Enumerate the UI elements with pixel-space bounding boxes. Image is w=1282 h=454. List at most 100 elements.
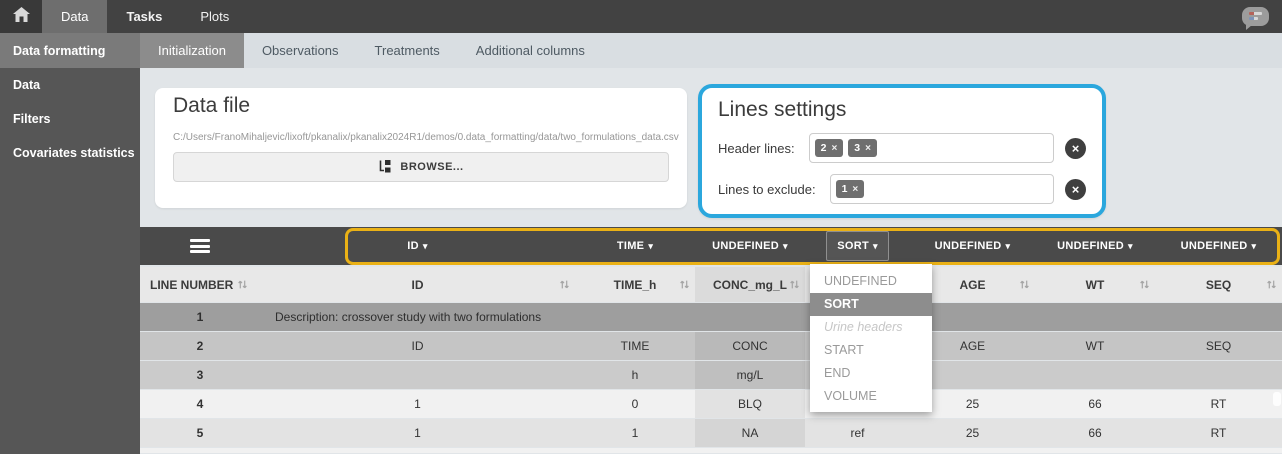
table-cell: [1035, 361, 1155, 389]
header-line-tag: 2×: [815, 139, 844, 157]
header-lines-input[interactable]: 2× 3×: [809, 133, 1054, 163]
table-row: 2 ID TIME CONC AGE WT SEQ: [140, 332, 1282, 360]
data-file-panel: Data file C:/Users/FranoMihaljevic/lixof…: [155, 88, 687, 208]
tag-value: 3: [854, 142, 860, 154]
table-cell: [1155, 361, 1282, 389]
clear-icon: ×: [1072, 182, 1080, 197]
sort-icon[interactable]: [237, 279, 248, 290]
sidebar-item-label: Filters: [13, 112, 51, 126]
tab-data[interactable]: Data: [42, 0, 107, 33]
table-cell: CONC: [695, 332, 805, 360]
column-type-dropdown-wt[interactable]: UNDEFINED▾: [1046, 231, 1144, 261]
remove-tag-icon[interactable]: ×: [852, 184, 858, 195]
menu-item-volume[interactable]: VOLUME: [810, 385, 932, 408]
column-header-id[interactable]: ID: [260, 267, 575, 302]
table-cell: 1: [575, 419, 695, 447]
sort-icon[interactable]: [789, 279, 800, 290]
tab-treatments[interactable]: Treatments: [357, 33, 458, 68]
table-cell: h: [575, 361, 695, 389]
pkanalix-window: Data Tasks Plots Data formatting Data Fi…: [0, 0, 1282, 454]
table-cell: 66: [1035, 390, 1155, 418]
subtab-label: Initialization: [158, 43, 226, 58]
sidebar-item-filters[interactable]: Filters: [0, 102, 140, 136]
table-menu-icon[interactable]: [190, 239, 210, 253]
remove-tag-icon[interactable]: ×: [865, 143, 871, 154]
header-lines-label: Header lines:: [718, 141, 795, 156]
sort-icon[interactable]: [1266, 279, 1277, 290]
table-cell: WT: [1035, 332, 1155, 360]
dropdown-label: TIME: [617, 240, 644, 252]
sort-icon[interactable]: [679, 279, 690, 290]
header-line-tag: 3×: [848, 139, 877, 157]
data-file-title: Data file: [173, 94, 669, 118]
dropdown-label: SORT: [837, 240, 869, 252]
table-cell: RT: [1155, 390, 1282, 418]
column-type-dropdown-conc[interactable]: UNDEFINED▾: [701, 231, 799, 261]
table-cell: 0: [575, 390, 695, 418]
sidebar-item-label: Covariates statistics: [13, 146, 135, 160]
scrollbar-thumb[interactable]: [1273, 392, 1281, 406]
home-button[interactable]: [0, 0, 42, 33]
chevron-down-icon: ▾: [1128, 241, 1133, 252]
feedback-chat-icon[interactable]: [1242, 7, 1269, 26]
sort-icon[interactable]: [559, 279, 570, 290]
clear-icon: ×: [1072, 141, 1080, 156]
column-type-dropdown-age[interactable]: UNDEFINED▾: [924, 231, 1022, 261]
tab-data-label: Data: [61, 9, 88, 24]
tab-additional-columns[interactable]: Additional columns: [458, 33, 603, 68]
sidebar: Data formatting Data Filters Covariates …: [0, 33, 140, 454]
table-cell: 1: [260, 390, 575, 418]
column-type-dropdown-time[interactable]: TIME▾: [606, 231, 664, 261]
table-cell: RT: [1155, 419, 1282, 447]
chevron-down-icon: ▾: [783, 241, 788, 252]
sort-icon[interactable]: [1019, 279, 1030, 290]
exclude-line-tag: 1×: [836, 180, 865, 198]
chevron-down-icon: ▾: [1252, 241, 1257, 252]
tab-plots[interactable]: Plots: [181, 0, 248, 33]
column-header-conc-mg-l[interactable]: CONC_mg_L: [695, 267, 805, 302]
menu-item-end[interactable]: END: [810, 362, 932, 385]
remove-tag-icon[interactable]: ×: [831, 143, 837, 154]
column-header-time-h[interactable]: TIME_h: [575, 267, 695, 302]
table-row: 5 1 1 NA ref 25 66 RT: [140, 419, 1282, 447]
sort-icon[interactable]: [1139, 279, 1150, 290]
column-mapping-toolbar: ID▾ TIME▾ UNDEFINED▾ SORT▾ UNDEFINED▾ UN…: [140, 227, 1282, 265]
tab-initialization[interactable]: Initialization: [140, 33, 244, 68]
browse-button[interactable]: BROWSE...: [173, 152, 669, 182]
dropdown-label: UNDEFINED: [1181, 240, 1248, 252]
clear-header-lines-button[interactable]: ×: [1065, 138, 1086, 159]
table-cell: 66: [1035, 419, 1155, 447]
menu-item-sort[interactable]: SORT: [810, 293, 932, 316]
tab-tasks[interactable]: Tasks: [107, 0, 181, 33]
sidebar-item-data[interactable]: Data: [0, 68, 140, 102]
dropdown-label: UNDEFINED: [935, 240, 1002, 252]
chat-line-decoration: [1249, 12, 1262, 15]
table-cell: 1: [260, 419, 575, 447]
column-header-label: TIME_h: [614, 278, 657, 292]
table-cell: SEQ: [1155, 332, 1282, 360]
column-header-label: SEQ: [1206, 278, 1231, 292]
column-header-line-number[interactable]: LINE NUMBER: [140, 267, 260, 302]
sidebar-item-data-formatting[interactable]: Data formatting: [0, 33, 140, 68]
sidebar-item-covariates-statistics[interactable]: Covariates statistics: [0, 136, 140, 170]
menu-item-undefined[interactable]: UNDEFINED: [810, 270, 932, 293]
lines-to-exclude-input[interactable]: 1×: [830, 174, 1054, 204]
column-header-label: WT: [1086, 278, 1105, 292]
lines-to-exclude-label: Lines to exclude:: [718, 182, 816, 197]
tag-value: 2: [821, 142, 827, 154]
column-type-dropdown-seq[interactable]: UNDEFINED ▾: [1170, 231, 1268, 261]
column-header-wt[interactable]: WT: [1035, 267, 1155, 302]
table-row: 3 h mg/L: [140, 361, 1282, 389]
menu-group-urine-headers: Urine headers: [810, 316, 932, 339]
clear-exclude-lines-button[interactable]: ×: [1065, 179, 1086, 200]
table-cell: BLQ: [695, 390, 805, 418]
column-header-label: CONC_mg_L: [713, 278, 787, 292]
column-type-dropdown-id[interactable]: ID▾: [396, 231, 438, 261]
column-header-label: AGE: [959, 278, 985, 292]
tab-observations[interactable]: Observations: [244, 33, 357, 68]
menu-item-start[interactable]: START: [810, 339, 932, 362]
lines-settings-title: Lines settings: [718, 98, 1086, 122]
column-header-seq[interactable]: SEQ: [1155, 267, 1282, 302]
content-area: Data file C:/Users/FranoMihaljevic/lixof…: [140, 68, 1282, 454]
column-type-dropdown-sort[interactable]: SORT▾: [826, 231, 889, 261]
